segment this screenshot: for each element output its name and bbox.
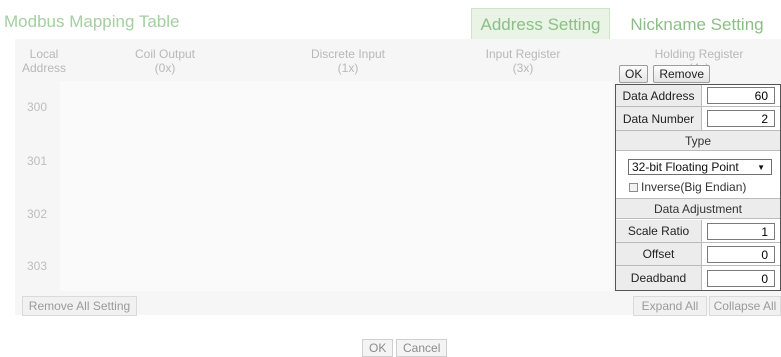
deadband-cell — [702, 266, 780, 290]
type-select[interactable]: 32-bit Floating Point ▼ — [628, 159, 772, 175]
page-title: Modbus Mapping Table — [4, 12, 180, 31]
column-header-line2: Address — [22, 61, 67, 75]
row-address-label: 302 — [26, 207, 48, 221]
remove-all-setting-button[interactable]: Remove All Setting — [22, 296, 137, 316]
checkbox-icon — [629, 182, 638, 192]
tab-address-setting[interactable]: Address Setting — [471, 8, 610, 41]
column-header-line1: Input Register — [485, 47, 561, 61]
column-header-input-register: Input Register (3x) — [448, 47, 598, 75]
data-address-input[interactable] — [707, 87, 775, 104]
offset-row: Offset — [616, 243, 780, 266]
scale-ratio-row: Scale Ratio — [616, 220, 780, 243]
type-section-header: Type — [616, 130, 780, 151]
data-number-row: Data Number — [616, 107, 780, 130]
popup-ok-button[interactable]: OK — [619, 65, 649, 83]
data-address-label: Data Address — [616, 85, 702, 106]
data-number-label: Data Number — [616, 107, 702, 130]
dialog-cancel-button[interactable]: Cancel — [396, 339, 448, 357]
popup-remove-button[interactable]: Remove — [653, 65, 711, 83]
column-header-line2: (1x) — [337, 61, 359, 75]
column-header-coil-output: Coil Output (0x) — [90, 47, 240, 75]
column-header-line1: Holding Register — [654, 47, 744, 61]
chevron-down-icon: ▼ — [757, 162, 765, 172]
type-select-value: 32-bit Floating Point — [632, 160, 739, 174]
holding-register-settings-popup: Data Address Data Number Type 32-bit Flo… — [615, 84, 781, 291]
data-address-row: Data Address — [616, 85, 780, 107]
collapse-all-button[interactable]: Collapse All — [709, 296, 781, 316]
column-header-line1: Local — [29, 47, 59, 61]
data-address-cell — [702, 85, 780, 106]
offset-cell — [702, 243, 780, 265]
column-header-line1: Coil Output — [134, 47, 196, 61]
offset-label: Offset — [616, 243, 702, 265]
row-address-label: 303 — [26, 259, 48, 273]
deadband-label: Deadband — [616, 266, 702, 290]
data-number-cell — [702, 107, 780, 130]
register-popup-toolbar: OK Remove — [619, 65, 711, 84]
tab-address-setting-label: Address Setting — [480, 15, 601, 34]
scale-ratio-cell — [702, 220, 780, 242]
scale-ratio-label: Scale Ratio — [616, 220, 702, 242]
column-header-discrete-input: Discrete Input (1x) — [273, 47, 423, 75]
data-adjustment-section-header: Data Adjustment — [616, 198, 780, 219]
column-header-line2: (3x) — [512, 61, 534, 75]
data-number-input[interactable] — [707, 110, 775, 127]
deadband-row: Deadband — [616, 266, 780, 290]
row-address-label: 301 — [26, 154, 48, 168]
tab-nickname-setting[interactable]: Nickname Setting — [613, 8, 781, 41]
deadband-input[interactable] — [707, 269, 775, 287]
column-header-line2: (0x) — [154, 61, 176, 75]
row-address-label: 300 — [26, 100, 48, 114]
column-header-local-address: Local Address — [22, 47, 66, 75]
inverse-big-endian-checkbox[interactable]: Inverse(Big Endian) — [629, 180, 746, 194]
inverse-big-endian-label: Inverse(Big Endian) — [641, 180, 747, 194]
column-header-line1: Discrete Input — [310, 47, 386, 61]
offset-input[interactable] — [707, 245, 775, 263]
scale-ratio-input[interactable] — [707, 222, 775, 240]
dialog-ok-button[interactable]: OK — [362, 339, 394, 357]
mapping-cells[interactable] — [60, 81, 613, 291]
expand-all-button[interactable]: Expand All — [633, 296, 707, 316]
tab-nickname-setting-label: Nickname Setting — [630, 14, 764, 34]
